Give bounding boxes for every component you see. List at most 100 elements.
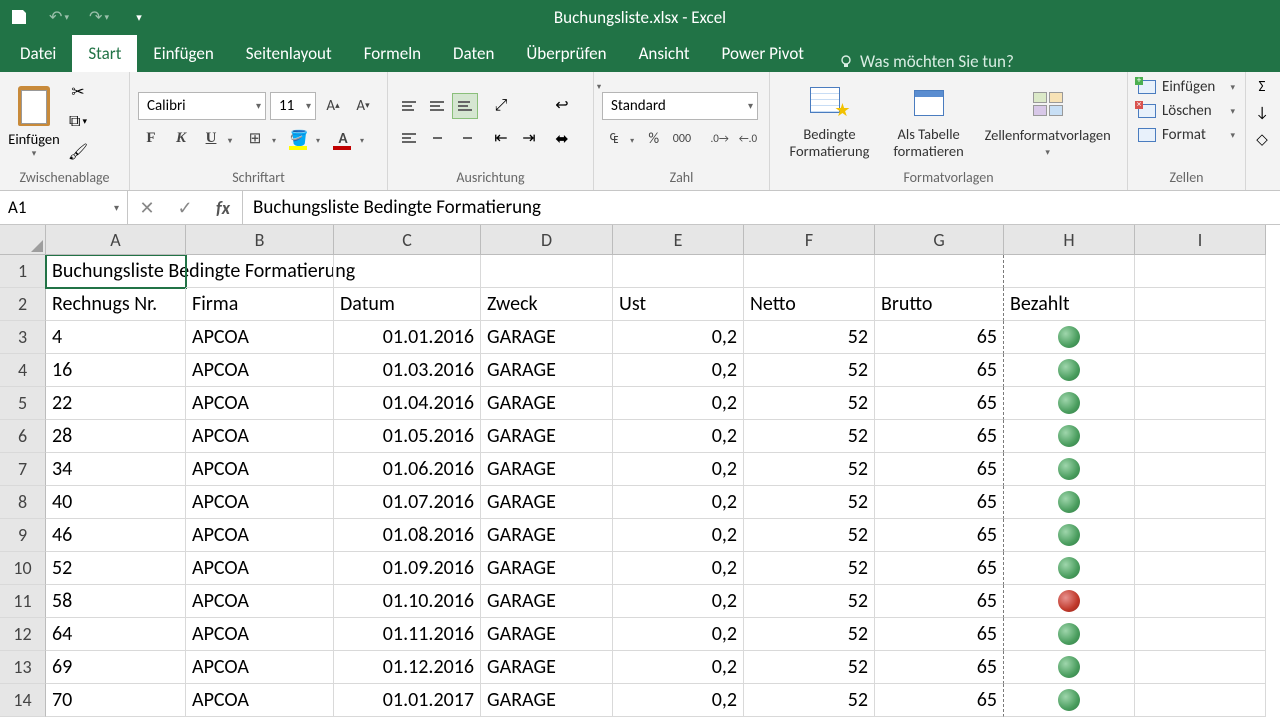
cell-A11[interactable]: 58 xyxy=(46,585,186,618)
cell-E12[interactable]: 0,2 xyxy=(613,618,744,651)
cell-E5[interactable]: 0,2 xyxy=(613,387,744,420)
autosum-button[interactable]: Σ xyxy=(1250,76,1274,98)
align-left-button[interactable] xyxy=(396,125,422,151)
tab-file[interactable]: Datei xyxy=(4,35,72,72)
clear-button[interactable]: ◇ xyxy=(1250,128,1274,150)
tab-review[interactable]: Überprüfen xyxy=(510,35,622,72)
paste-button[interactable]: Einfügen ▾ xyxy=(8,84,60,159)
shrink-font-button[interactable]: A▾ xyxy=(350,93,376,119)
cell-I7[interactable] xyxy=(1135,453,1266,486)
cell-B2[interactable]: Firma xyxy=(186,288,334,321)
cell-C7[interactable]: 01.06.2016 xyxy=(334,453,481,486)
cell-D1[interactable] xyxy=(481,255,613,288)
font-size-combo[interactable]: 11▾ xyxy=(270,92,316,120)
grow-font-button[interactable]: A▴ xyxy=(320,93,346,119)
column-header-B[interactable]: B xyxy=(186,225,334,255)
tab-power-pivot[interactable]: Power Pivot xyxy=(706,35,820,72)
cell-E3[interactable]: 0,2 xyxy=(613,321,744,354)
cell-D11[interactable]: GARAGE xyxy=(481,585,613,618)
cell-H3[interactable] xyxy=(1004,321,1135,354)
select-all-corner[interactable] xyxy=(0,225,46,255)
cell-H1[interactable] xyxy=(1004,255,1135,288)
row-header-1[interactable]: 1 xyxy=(0,255,46,288)
align-bottom-button[interactable] xyxy=(452,93,478,119)
row-header-10[interactable]: 10 xyxy=(0,552,46,585)
cell-D10[interactable]: GARAGE xyxy=(481,552,613,585)
save-icon[interactable] xyxy=(8,6,30,28)
cell-F6[interactable]: 52 xyxy=(744,420,875,453)
cell-F3[interactable]: 52 xyxy=(744,321,875,354)
insert-cells-button[interactable]: +Einfügen▾ xyxy=(1134,76,1239,98)
cell-H9[interactable] xyxy=(1004,519,1135,552)
cell-A9[interactable]: 46 xyxy=(46,519,186,552)
cell-G5[interactable]: 65 xyxy=(875,387,1004,420)
cell-G13[interactable]: 65 xyxy=(875,651,1004,684)
tab-data[interactable]: Daten xyxy=(437,35,510,72)
column-header-H[interactable]: H xyxy=(1004,225,1135,255)
cell-A3[interactable]: 4 xyxy=(46,321,186,354)
cell-C12[interactable]: 01.11.2016 xyxy=(334,618,481,651)
cell-I8[interactable] xyxy=(1135,486,1266,519)
cell-A2[interactable]: Rechnugs Nr. xyxy=(46,288,186,321)
column-header-D[interactable]: D xyxy=(481,225,613,255)
cell-G14[interactable]: 65 xyxy=(875,684,1004,717)
cell-I2[interactable] xyxy=(1135,288,1266,321)
cell-H4[interactable] xyxy=(1004,354,1135,387)
tell-me-search[interactable]: Was möchten Sie tun? xyxy=(838,51,1014,72)
italic-button[interactable]: K xyxy=(168,126,194,152)
cell-B3[interactable]: APCOA xyxy=(186,321,334,354)
cell-D8[interactable]: GARAGE xyxy=(481,486,613,519)
decrease-decimal-button[interactable]: ←.0 xyxy=(736,126,760,152)
cell-G6[interactable]: 65 xyxy=(875,420,1004,453)
cell-C3[interactable]: 01.01.2016 xyxy=(334,321,481,354)
row-header-7[interactable]: 7 xyxy=(0,453,46,486)
cell-C2[interactable]: Datum xyxy=(334,288,481,321)
confirm-edit-button[interactable]: ✓ xyxy=(166,197,204,219)
cell-G3[interactable]: 65 xyxy=(875,321,1004,354)
align-top-button[interactable] xyxy=(396,93,422,119)
decrease-indent-button[interactable]: ⇤ xyxy=(488,125,514,151)
cell-F4[interactable]: 52 xyxy=(744,354,875,387)
cell-B13[interactable]: APCOA xyxy=(186,651,334,684)
cell-C6[interactable]: 01.05.2016 xyxy=(334,420,481,453)
insert-function-button[interactable]: fx xyxy=(204,197,242,219)
cell-A6[interactable]: 28 xyxy=(46,420,186,453)
tab-formulas[interactable]: Formeln xyxy=(348,35,437,72)
copy-button[interactable]: ⧉▾ xyxy=(66,110,90,134)
row-header-13[interactable]: 13 xyxy=(0,651,46,684)
cell-E13[interactable]: 0,2 xyxy=(613,651,744,684)
cell-D12[interactable]: GARAGE xyxy=(481,618,613,651)
cell-F13[interactable]: 52 xyxy=(744,651,875,684)
cell-C1[interactable] xyxy=(334,255,481,288)
cell-G12[interactable]: 65 xyxy=(875,618,1004,651)
cell-F9[interactable]: 52 xyxy=(744,519,875,552)
customize-qat-icon[interactable]: ▾ xyxy=(128,6,150,28)
cell-D2[interactable]: Zweck xyxy=(481,288,613,321)
cell-A13[interactable]: 69 xyxy=(46,651,186,684)
merge-center-button[interactable]: ⬌ xyxy=(548,125,576,153)
cell-B10[interactable]: APCOA xyxy=(186,552,334,585)
cell-B4[interactable]: APCOA xyxy=(186,354,334,387)
cell-A14[interactable]: 70 xyxy=(46,684,186,717)
cell-G1[interactable] xyxy=(875,255,1004,288)
cell-H8[interactable] xyxy=(1004,486,1135,519)
column-header-A[interactable]: A xyxy=(46,225,186,255)
tab-view[interactable]: Ansicht xyxy=(623,35,706,72)
accounting-format-button[interactable]: ₠ xyxy=(602,126,626,152)
tab-home[interactable]: Start xyxy=(72,35,137,72)
cell-E4[interactable]: 0,2 xyxy=(613,354,744,387)
cell-B7[interactable]: APCOA xyxy=(186,453,334,486)
cell-F11[interactable]: 52 xyxy=(744,585,875,618)
cell-D13[interactable]: GARAGE xyxy=(481,651,613,684)
formula-input[interactable]: Buchungsliste Bedingte Formatierung xyxy=(243,191,1280,224)
cell-E6[interactable]: 0,2 xyxy=(613,420,744,453)
cell-H2[interactable]: Bezahlt xyxy=(1004,288,1135,321)
cell-B9[interactable]: APCOA xyxy=(186,519,334,552)
cell-F1[interactable] xyxy=(744,255,875,288)
tab-insert[interactable]: Einfügen xyxy=(137,35,229,72)
cell-E2[interactable]: Ust xyxy=(613,288,744,321)
cell-C14[interactable]: 01.01.2017 xyxy=(334,684,481,717)
cell-C13[interactable]: 01.12.2016 xyxy=(334,651,481,684)
cell-D3[interactable]: GARAGE xyxy=(481,321,613,354)
cell-I6[interactable] xyxy=(1135,420,1266,453)
